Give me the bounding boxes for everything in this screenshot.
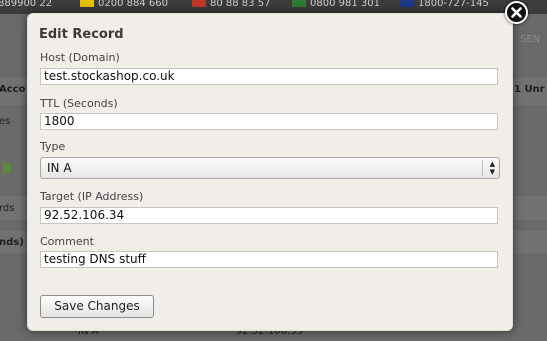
phone-number: 1800-727-145 [400, 0, 489, 9]
ttl-input[interactable]: 1800 [40, 113, 498, 130]
table-cell: 1 Unr [514, 84, 545, 95]
table-cell: rds [0, 203, 15, 214]
flag-icon [192, 0, 206, 7]
comment-label: Comment [40, 235, 94, 248]
phone-number: 0800 981 301 [292, 0, 380, 9]
table-cell: Acco [0, 84, 26, 95]
phone-bar: 889900 22 0200 884 660 80 88 83 57 0800 … [0, 0, 547, 14]
flag-icon [400, 0, 414, 7]
send-link[interactable]: SEN [520, 34, 540, 45]
target-input[interactable]: 92.52.106.34 [40, 207, 498, 224]
table-cell: es [0, 116, 11, 127]
type-select-value: IN A [47, 161, 72, 175]
ttl-label: TTL (Seconds) [40, 97, 118, 110]
type-label: Type [40, 140, 66, 153]
table-cell: nds) [0, 237, 24, 248]
save-changes-button[interactable]: Save Changes [40, 295, 154, 318]
host-input[interactable]: test.stockashop.co.uk [40, 68, 498, 85]
phone-number: 80 88 83 57 [192, 0, 270, 9]
type-select[interactable]: IN A ▲ ▼ [40, 157, 500, 179]
flag-icon [292, 0, 306, 7]
dialog-title: Edit Record [39, 27, 124, 42]
host-label: Host (Domain) [40, 51, 120, 64]
phone-number: 0200 884 660 [80, 0, 168, 9]
target-label: Target (IP Address) [40, 190, 144, 203]
close-icon[interactable] [505, 1, 528, 24]
select-arrows-icon: ▲ ▼ [482, 160, 495, 176]
edit-record-dialog: Edit Record Host (Domain) test.stockasho… [27, 13, 513, 331]
phone-number: 889900 22 [0, 0, 53, 9]
status-icon [3, 163, 11, 173]
close-x-glyph [511, 7, 522, 18]
flag-icon [80, 0, 94, 7]
comment-input[interactable]: testing DNS stuff [40, 251, 498, 268]
